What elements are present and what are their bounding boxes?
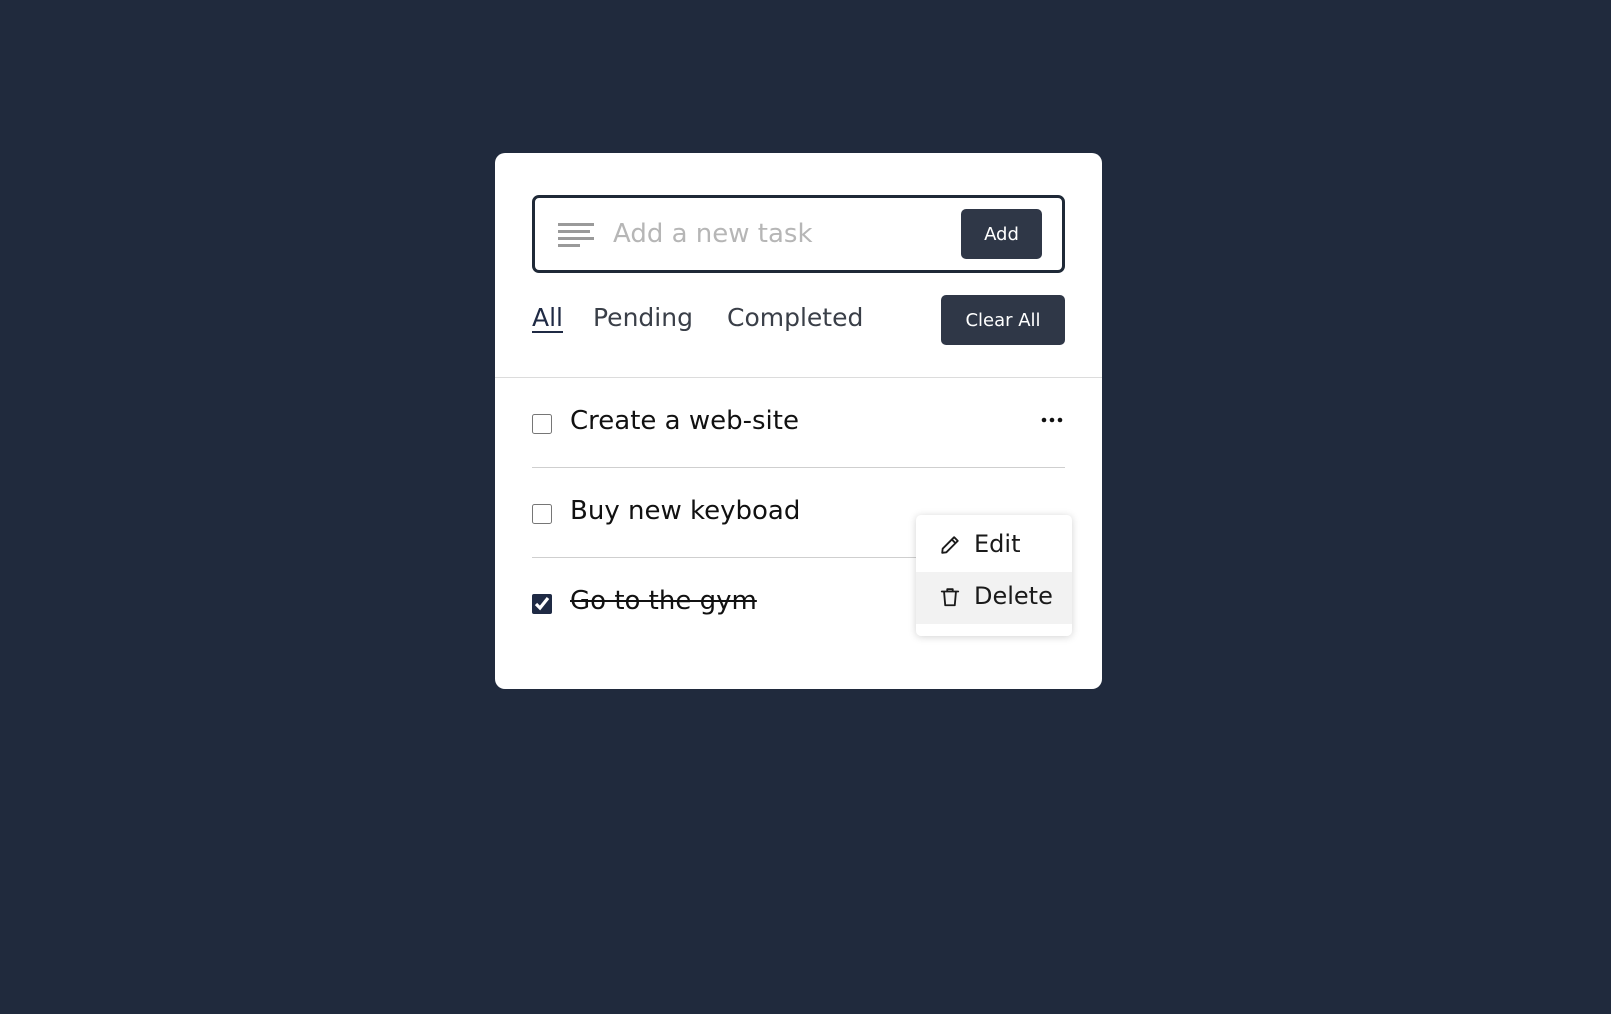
- clear-all-button[interactable]: Clear All: [941, 295, 1065, 345]
- task-checkbox[interactable]: [532, 504, 552, 524]
- task-checkbox[interactable]: [532, 594, 552, 614]
- task-checkbox[interactable]: [532, 414, 552, 434]
- new-task-input[interactable]: [613, 210, 933, 258]
- task-label: Create a web-site: [570, 406, 799, 436]
- task-item: Create a web-site: [532, 378, 1065, 468]
- menu-item-label: Delete: [974, 582, 1053, 610]
- filter-bar: All Pending Completed Clear All: [532, 295, 1065, 353]
- lines-icon: [558, 223, 594, 247]
- filter-completed[interactable]: Completed: [727, 303, 863, 332]
- task-input-box: Add: [532, 195, 1065, 273]
- menu-item-edit[interactable]: Edit: [916, 520, 1072, 572]
- add-task-button[interactable]: Add: [961, 209, 1042, 259]
- task-label: Buy new keyboad: [570, 496, 801, 526]
- more-dots-icon[interactable]: [1041, 416, 1063, 424]
- filter-pending[interactable]: Pending: [593, 303, 693, 332]
- task-context-menu: Edit Delete: [916, 515, 1072, 636]
- menu-item-label: Edit: [974, 530, 1021, 558]
- pencil-icon: [941, 536, 959, 554]
- filter-all[interactable]: All: [532, 303, 563, 332]
- menu-item-delete[interactable]: Delete: [916, 572, 1072, 624]
- trash-icon: [940, 588, 960, 607]
- task-label: Go to the gym: [570, 586, 757, 616]
